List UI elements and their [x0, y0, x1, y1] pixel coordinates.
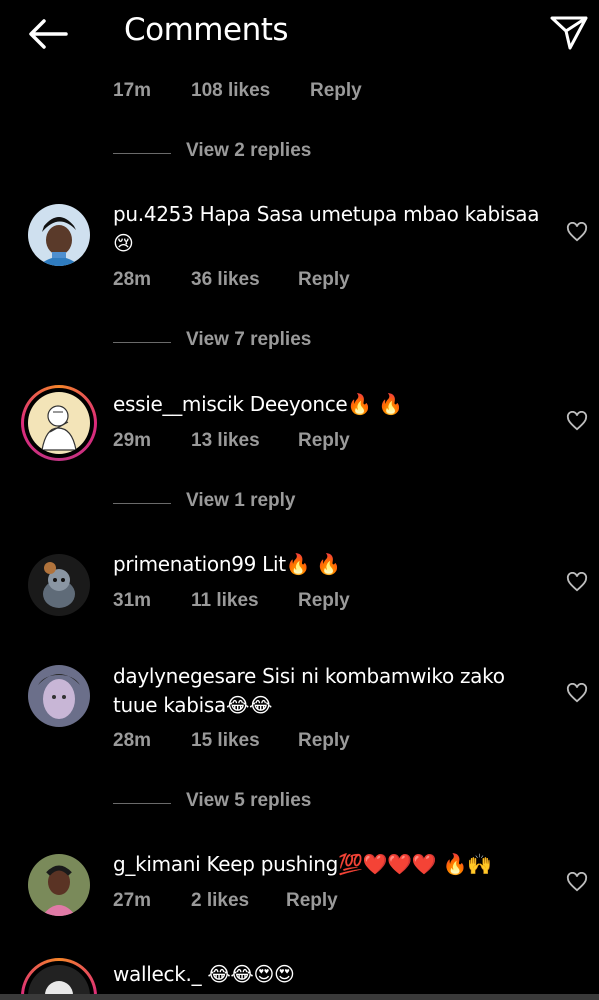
bottom-nav-edge — [0, 994, 599, 1000]
username[interactable]: walleck._ — [113, 962, 202, 986]
comment-text: walleck._ 😂😂😍😍 — [113, 960, 553, 989]
avatar[interactable] — [28, 665, 90, 727]
comment-likes[interactable]: 13 likes — [191, 430, 260, 452]
comments-screen: Comments 17m 108 likes Reply View 2 repl… — [0, 0, 599, 1000]
comment-body: Deeyonce🔥 🔥 — [249, 392, 403, 416]
comment-text: daylynegesare Sisi ni kombamwiko zako tu… — [113, 662, 553, 720]
comment-likes[interactable]: 2 likes — [191, 890, 249, 912]
comment-time: 17m — [113, 80, 152, 101]
back-button[interactable] — [24, 14, 72, 54]
comment-body: Keep pushing💯❤️❤️❤️ 🔥🙌 — [206, 852, 492, 876]
avatar-illustration — [28, 392, 90, 454]
divider-line — [113, 503, 171, 504]
avatar-story-ring[interactable] — [21, 385, 97, 461]
avatar[interactable] — [28, 854, 90, 916]
reply-button[interactable]: Reply — [298, 269, 350, 291]
heart-icon[interactable] — [566, 411, 588, 431]
avatar-photo — [28, 554, 90, 616]
view-replies-label: View 1 reply — [186, 490, 296, 511]
username[interactable]: pu.4253 — [113, 202, 194, 226]
avatar — [28, 392, 90, 454]
comment-likes[interactable]: 108 likes — [191, 80, 270, 102]
comment-likes[interactable]: 36 likes — [191, 269, 260, 291]
view-replies-label: View 5 replies — [186, 790, 312, 811]
username[interactable]: essie__miscik — [113, 392, 244, 416]
view-replies-label: View 7 replies — [186, 329, 312, 350]
username[interactable]: daylynegesare — [113, 664, 256, 688]
comment-time: 28m — [113, 269, 152, 290]
view-replies-button[interactable]: View 2 replies — [113, 140, 413, 166]
comment-body: Lit🔥 🔥 — [262, 552, 342, 576]
username[interactable]: primenation99 — [113, 552, 256, 576]
avatar-photo — [28, 665, 90, 727]
divider-line — [113, 803, 171, 804]
avatar[interactable] — [28, 204, 90, 266]
reply-button[interactable]: Reply — [298, 590, 350, 612]
heart-icon[interactable] — [566, 572, 588, 592]
username[interactable]: g_kimani — [113, 852, 201, 876]
reply-button[interactable]: Reply — [310, 80, 362, 102]
comment-body: 😂😂😍😍 — [207, 962, 295, 986]
comment-likes[interactable]: 15 likes — [191, 730, 260, 752]
back-arrow-icon — [29, 19, 68, 49]
heart-icon[interactable] — [566, 683, 588, 703]
comment-likes[interactable]: 11 likes — [191, 590, 259, 612]
divider-line — [113, 153, 171, 154]
reply-button[interactable]: Reply — [298, 430, 350, 452]
comment-text: g_kimani Keep pushing💯❤️❤️❤️ 🔥🙌 — [113, 850, 553, 879]
divider-line — [113, 342, 171, 343]
view-replies-button[interactable]: View 5 replies — [113, 790, 413, 816]
share-button[interactable] — [548, 12, 590, 52]
page-title: Comments — [124, 12, 289, 48]
header-bar: Comments — [0, 0, 599, 66]
view-replies-button[interactable]: View 7 replies — [113, 329, 413, 355]
avatar-photo — [28, 854, 90, 916]
comment-text: essie__miscik Deeyonce🔥 🔥 — [113, 390, 553, 419]
comment-time: 28m — [113, 730, 152, 751]
reply-button[interactable]: Reply — [286, 890, 338, 912]
avatar-photo — [28, 204, 90, 266]
reply-button[interactable]: Reply — [298, 730, 350, 752]
view-replies-label: View 2 replies — [186, 140, 312, 161]
comment-time: 27m — [113, 890, 152, 911]
view-replies-button[interactable]: View 1 reply — [113, 490, 413, 516]
heart-icon[interactable] — [566, 872, 588, 892]
comment-time: 29m — [113, 430, 152, 451]
heart-icon[interactable] — [566, 222, 588, 242]
avatar[interactable] — [28, 554, 90, 616]
comment-time: 31m — [113, 590, 152, 611]
send-paper-plane-icon — [550, 16, 588, 50]
comment-text: primenation99 Lit🔥 🔥 — [113, 550, 553, 579]
comment-text: pu.4253 Hapa Sasa umetupa mbao kabisaa 😢 — [113, 200, 553, 258]
